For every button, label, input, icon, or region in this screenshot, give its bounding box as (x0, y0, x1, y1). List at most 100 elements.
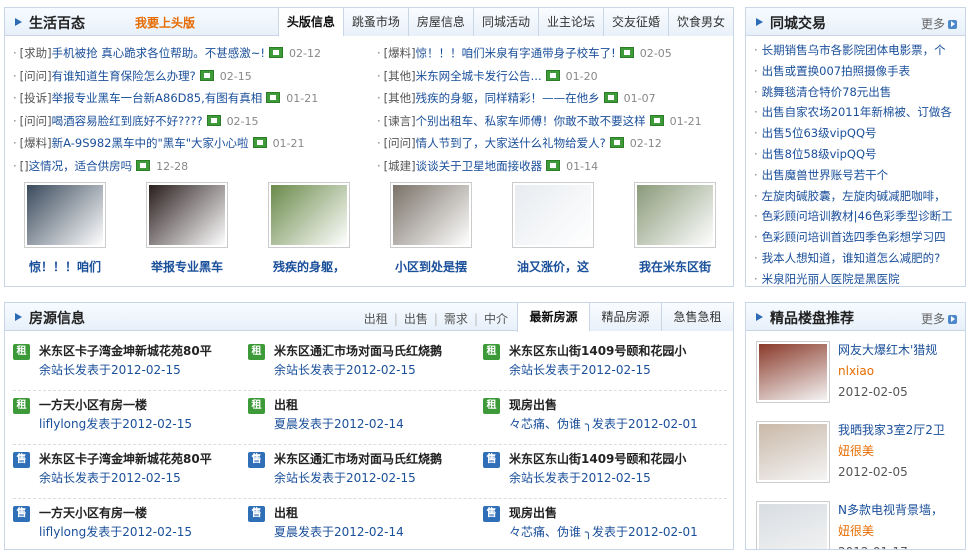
news-item[interactable]: [爆料]新A-9S982黑车中的"黑车"大家小心啦 01-21 (13, 132, 377, 155)
listing-item[interactable]: 售出租 夏晨发表于2012-02-14 (248, 501, 483, 549)
tab-forum[interactable]: 业主论坛 (537, 8, 603, 36)
tab-latest-listings[interactable]: 最新房源 (517, 303, 589, 332)
news-item[interactable]: [谏言]个别出租车、私家车师傅！你敢不敢不要这样 01-21 (377, 110, 727, 133)
trade-item-link[interactable]: 我本人想知道，谁知道怎么减肥的? (754, 248, 965, 269)
tab-headline[interactable]: 头版信息 (277, 8, 343, 37)
trade-item-link[interactable]: 跳舞毯清仓特价78元出售 (754, 82, 965, 103)
listing-item[interactable]: 租一方天小区有房一楼 liflylong发表于2012-02-15 (13, 393, 248, 444)
news-item[interactable]: []这情况，适合供房吗 12-28 (13, 155, 377, 178)
news-item[interactable]: [投诉]举报专业黑车一台新A86D85,有图有真相 01-21 (13, 87, 377, 110)
picture-thumbnail[interactable] (634, 182, 716, 248)
listing-item[interactable]: 售米东区东山街1409号颐和花园小 余站长发表于2012-02-15 (483, 447, 718, 498)
picture-caption[interactable]: 举报专业黑车 (137, 258, 237, 275)
premium-thumbnail[interactable] (756, 421, 830, 483)
picture-thumbnail[interactable] (390, 182, 472, 248)
news-item[interactable]: [城建]谈谈关于卫星地面接收器 01-14 (377, 155, 727, 178)
listing-item[interactable]: 租米东区东山街1409号颐和花园小 余站长发表于2012-02-15 (483, 339, 718, 390)
tab-events[interactable]: 同城活动 (472, 8, 538, 36)
premium-thumbnail[interactable] (756, 341, 830, 403)
news-title-link[interactable]: 米东网全城卡发行公告... (416, 69, 542, 83)
news-title-link[interactable]: 有谁知道生育保险怎么办理? (52, 69, 196, 83)
trade-item-link[interactable]: 米泉阳光丽人医院是黑医院 (754, 269, 965, 286)
trade-item-link[interactable]: 出售魔兽世界账号若干个 (754, 165, 965, 186)
trade-more-link[interactable]: 更多 (921, 15, 957, 32)
picture-item[interactable]: 油又涨价，这 (503, 182, 603, 275)
listing-item[interactable]: 售米东区卡子湾金坤新城花苑80平 余站长发表于2012-02-15 (13, 447, 248, 498)
listing-title[interactable]: 米东区通汇市场对面马氏红烧鹅 (274, 342, 483, 360)
news-title-link[interactable]: 这情况，适合供房吗 (29, 159, 133, 173)
news-title-link[interactable]: 个别出租车、私家车师傅！你敢不敢不要这样 (416, 114, 646, 128)
picture-item[interactable]: 举报专业黑车 (137, 182, 237, 275)
link-agency[interactable]: 中介 (484, 312, 508, 326)
tab-dating[interactable]: 交友征婚 (602, 8, 668, 36)
link-demand[interactable]: 需求 (444, 312, 468, 326)
trade-item-link[interactable]: 左旋肉碱胶囊，左旋肉碱减肥咖啡， (754, 186, 965, 207)
trade-item-link[interactable]: 长期销售乌市各影院团体电影票，个 (754, 40, 965, 61)
listing-item[interactable]: 售现房出售 々芯痛、伪谁 ╮发表于2012-02-01 (483, 501, 718, 549)
listing-title[interactable]: 米东区东山街1409号颐和花园小 (509, 342, 718, 360)
premium-more-link[interactable]: 更多 (921, 310, 957, 327)
news-title-link[interactable]: 手机被抢 真心跪求各位帮助。不甚感激~! (52, 46, 265, 60)
picture-thumbnail[interactable] (24, 182, 106, 248)
news-title-link[interactable]: 举报专业黑车一台新A86D85,有图有真相 (52, 91, 263, 105)
picture-caption[interactable]: 我在米东区街 (625, 258, 725, 275)
picture-item[interactable]: 残疾的身躯， (259, 182, 359, 275)
news-title-link[interactable]: 情人节到了，大家送什么礼物给爱人? (416, 136, 606, 150)
news-item[interactable]: [爆料]惊！！！咱们米泉有字通带身子校车了! 02-05 (377, 42, 727, 65)
listing-title[interactable]: 米东区东山街1409号颐和花园小 (509, 450, 718, 468)
link-rent[interactable]: 出租 (364, 312, 388, 326)
news-title-link[interactable]: 残疾的身躯，同样精彩！——在他乡 (416, 91, 600, 105)
listing-item[interactable]: 租出租 夏晨发表于2012-02-14 (248, 393, 483, 444)
trade-item-link[interactable]: 色彩顾问培训首选四季色彩想学习四 (754, 227, 965, 248)
picture-thumbnail[interactable] (268, 182, 350, 248)
picture-item[interactable]: 我在米东区街 (625, 182, 725, 275)
listing-item[interactable]: 租米东区通汇市场对面马氏红烧鹅 余站长发表于2012-02-15 (248, 339, 483, 390)
premium-thumbnail[interactable] (756, 501, 830, 549)
tab-flea-market[interactable]: 跳蚤市场 (342, 8, 408, 36)
tab-premium-listings[interactable]: 精品房源 (589, 303, 661, 331)
listing-title[interactable]: 出租 (274, 504, 483, 522)
premium-item[interactable]: 我晒我家3室2厅2卫 妞很美 2012-02-05 (756, 421, 961, 491)
tab-housing[interactable]: 房屋信息 (407, 8, 473, 36)
listing-title[interactable]: 出租 (274, 396, 483, 414)
premium-item[interactable]: N多款电视背景墙， 妞很美 2012-01-17 (756, 501, 962, 549)
premium-title-link[interactable]: N多款电视背景墙， (838, 501, 962, 519)
news-item[interactable]: [问问]有谁知道生育保险怎么办理? 02-15 (13, 65, 377, 88)
listing-title[interactable]: 米东区卡子湾金坤新城花苑80平 (39, 450, 248, 468)
news-item[interactable]: [求助]手机被抢 真心跪求各位帮助。不甚感激~! 02-12 (13, 42, 377, 65)
news-item[interactable]: [问问]情人节到了，大家送什么礼物给爱人? 02-12 (377, 132, 727, 155)
premium-item[interactable]: 网友大爆红木'猎规 nlxiao 2012-02-05 (756, 341, 961, 411)
trade-item-link[interactable]: 出售或置换007拍照摄像手表 (754, 61, 965, 82)
premium-title-link[interactable]: 我晒我家3室2厅2卫 (838, 421, 962, 439)
trade-item-link[interactable]: 色彩顾问培训教材|46色彩季型诊断工 (754, 206, 965, 227)
picture-item[interactable]: 小区到处是摆 (381, 182, 481, 275)
premium-title-link[interactable]: 网友大爆红木'猎规 (838, 341, 962, 359)
premium-user-link[interactable]: nlxiao (838, 362, 874, 380)
post-headline-link[interactable]: 我要上头版 (135, 14, 195, 31)
trade-item-link[interactable]: 出售5位63级vipQQ号 (754, 123, 965, 144)
picture-caption[interactable]: 残疾的身躯， (259, 258, 359, 275)
listing-title[interactable]: 米东区通汇市场对面马氏红烧鹅 (274, 450, 483, 468)
listing-title[interactable]: 现房出售 (509, 396, 718, 414)
news-item[interactable]: [问问]喝酒容易脸红到底好不好???? 02-15 (13, 110, 377, 133)
listing-item[interactable]: 售米东区通汇市场对面马氏红烧鹅 余站长发表于2012-02-15 (248, 447, 483, 498)
premium-user-link[interactable]: 妞很美 (838, 442, 874, 460)
listing-title[interactable]: 一方天小区有房一楼 (39, 504, 248, 522)
news-item[interactable]: [其他]残疾的身躯，同样精彩！——在他乡 01-07 (377, 87, 727, 110)
news-title-link[interactable]: 新A-9S982黑车中的"黑车"大家小心啦 (52, 136, 249, 150)
news-title-link[interactable]: 谈谈关于卫星地面接收器 (416, 159, 543, 173)
picture-thumbnail[interactable] (512, 182, 594, 248)
premium-user-link[interactable]: 妞很美 (838, 522, 874, 540)
tab-food[interactable]: 饮食男女 (667, 8, 733, 36)
news-item[interactable]: [其他]米东网全城卡发行公告... 01-20 (377, 65, 727, 88)
listing-item[interactable]: 售一方天小区有房一楼 liflylong发表于2012-02-15 (13, 501, 248, 549)
link-sale[interactable]: 出售 (404, 312, 428, 326)
picture-caption[interactable]: 小区到处是摆 (381, 258, 481, 275)
picture-thumbnail[interactable] (146, 182, 228, 248)
news-title-link[interactable]: 惊！！！咱们米泉有字通带身子校车了! (416, 46, 616, 60)
listing-item[interactable]: 租米东区卡子湾金坤新城花苑80平 余站长发表于2012-02-15 (13, 339, 248, 390)
trade-item-link[interactable]: 出售8位58级vipQQ号 (754, 144, 965, 165)
news-title-link[interactable]: 喝酒容易脸红到底好不好???? (52, 114, 203, 128)
listing-title[interactable]: 米东区卡子湾金坤新城花苑80平 (39, 342, 248, 360)
picture-caption[interactable]: 油又涨价，这 (503, 258, 603, 275)
